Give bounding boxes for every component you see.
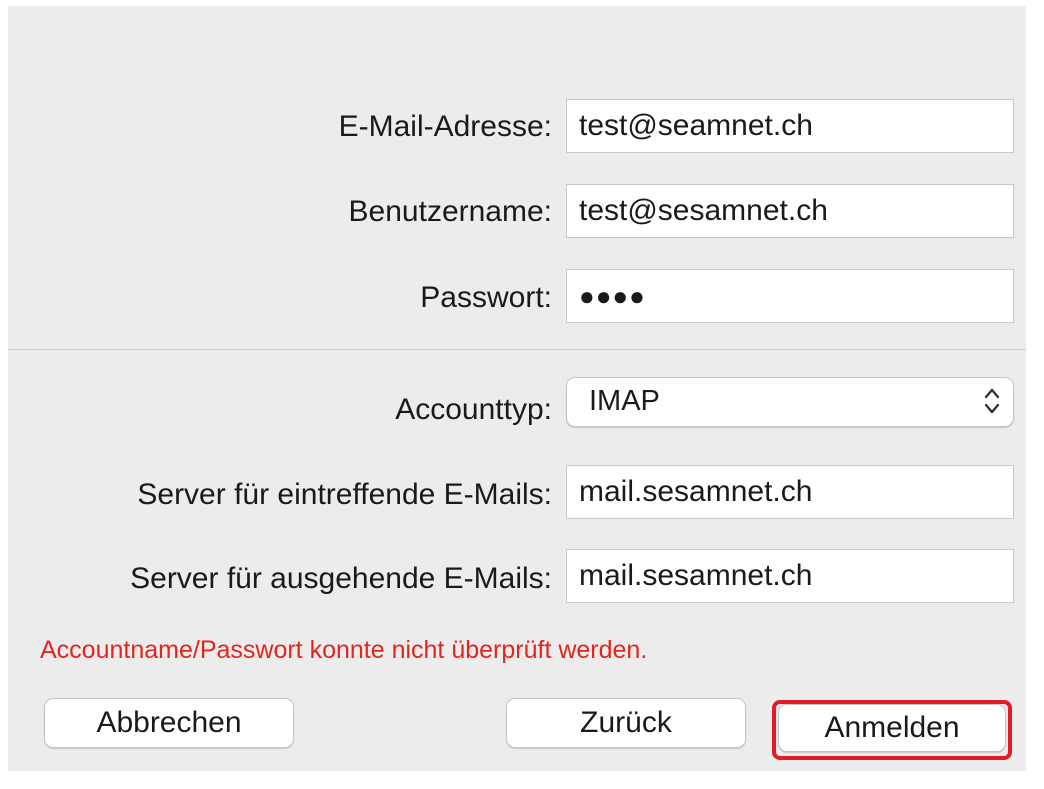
account-type-value: IMAP: [589, 385, 660, 417]
chevron-up-down-icon: [984, 388, 1000, 414]
incoming-server-field[interactable]: mail.sesamnet.ch: [566, 465, 1014, 519]
account-type-select[interactable]: IMAP: [566, 377, 1014, 427]
sign-in-button[interactable]: Anmelden: [778, 704, 1006, 752]
email-label: E-Mail-Adresse:: [338, 110, 552, 143]
username-field[interactable]: test@sesamnet.ch: [566, 184, 1014, 238]
username-label: Benutzername:: [348, 195, 552, 228]
outgoing-server-label: Server für ausgehende E-Mails:: [130, 562, 552, 595]
cancel-button[interactable]: Abbrechen: [44, 698, 294, 748]
password-field[interactable]: ●●●●: [566, 269, 1014, 323]
outgoing-server-field[interactable]: mail.sesamnet.ch: [566, 549, 1014, 603]
email-field[interactable]: test@seamnet.ch: [566, 99, 1014, 153]
account-type-label: Accounttyp:: [395, 393, 552, 426]
incoming-server-label: Server für eintreffende E-Mails:: [137, 478, 552, 511]
back-button[interactable]: Zurück: [506, 698, 746, 748]
section-divider: [8, 349, 1026, 350]
password-label: Passwort:: [420, 281, 552, 314]
error-message: Accountname/Passwort konnte nicht überpr…: [40, 636, 648, 664]
